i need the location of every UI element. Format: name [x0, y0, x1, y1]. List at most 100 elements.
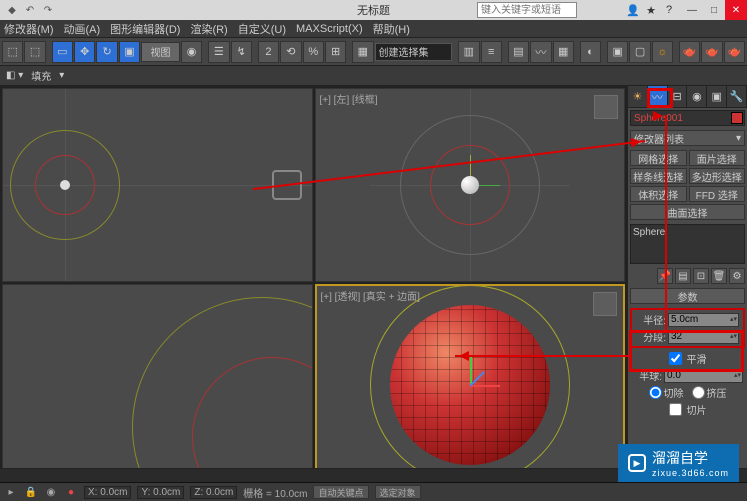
smooth-checkbox[interactable]: [669, 352, 682, 365]
favorite-icon[interactable]: ★: [643, 2, 659, 18]
show-end-result-icon[interactable]: ▤: [675, 268, 691, 284]
viewport-persp-label: [+] [透视] [真实 + 边面]: [321, 288, 420, 303]
fill-dropdown[interactable]: ▾: [59, 70, 64, 81]
remove-modifier-icon[interactable]: 🗑: [711, 268, 727, 284]
menu-help[interactable]: 帮助(H): [373, 21, 410, 37]
modify-tab-icon[interactable]: 〰: [648, 86, 668, 107]
menu-animation[interactable]: 动画(A): [64, 21, 101, 37]
hierarchy-tab-icon[interactable]: ⊟: [668, 86, 688, 107]
slice-checkbox[interactable]: [669, 403, 682, 416]
layer-icon[interactable]: ▤: [508, 41, 529, 63]
select-object-icon[interactable]: ▭: [52, 41, 73, 63]
snap-spinner-icon[interactable]: ⊞: [325, 41, 346, 63]
scale-icon[interactable]: ▣: [119, 41, 140, 63]
make-unique-icon[interactable]: ⊡: [693, 268, 709, 284]
segments-spinner[interactable]: 32: [668, 330, 739, 344]
teapot3-icon[interactable]: 🫖: [724, 41, 745, 63]
help-icon[interactable]: ?: [661, 2, 677, 18]
menu-customize[interactable]: 自定义(U): [238, 21, 286, 37]
view-cube-icon[interactable]: [593, 292, 617, 316]
vol-select-button[interactable]: 体积选择: [630, 186, 687, 202]
select-link-icon[interactable]: ⬚: [2, 41, 23, 63]
poly-select-button[interactable]: 多边形选择: [689, 168, 746, 184]
view-cube-icon[interactable]: [594, 95, 618, 119]
center-icon[interactable]: ◉: [181, 41, 202, 63]
coord-z[interactable]: Z: 0.0cm: [190, 486, 237, 499]
isolate-icon[interactable]: ◉: [44, 485, 58, 499]
selected-button[interactable]: 选定对象: [375, 485, 421, 499]
material-editor-icon[interactable]: ◐: [580, 41, 601, 63]
render-setup-icon[interactable]: ▣: [607, 41, 628, 63]
menu-bar: 修改器(M) 动画(A) 图形编辑器(D) 渲染(R) 自定义(U) MAXSc…: [0, 20, 747, 38]
create-tab-icon[interactable]: ☀: [628, 86, 648, 107]
undo-icon[interactable]: ↶: [22, 2, 38, 18]
fill-label: 填充: [31, 68, 51, 83]
render-frame-icon[interactable]: ▢: [629, 41, 650, 63]
select-manipulate-icon[interactable]: ☰: [208, 41, 229, 63]
modifier-list-dropdown[interactable]: 修改器列表▾: [630, 130, 745, 146]
snap-percent-icon[interactable]: %: [303, 41, 324, 63]
chevron-down-icon: ▾: [736, 133, 741, 144]
maximize-button[interactable]: □: [703, 0, 725, 20]
teapot2-icon[interactable]: 🫖: [701, 41, 722, 63]
object-color-swatch[interactable]: [731, 112, 743, 124]
viewport-perspective[interactable]: [+] [透视] [真实 + 边面]: [315, 284, 626, 478]
keyboard-shortcut-icon[interactable]: ↯: [231, 41, 252, 63]
mirror-icon[interactable]: ▥: [458, 41, 479, 63]
redo-icon[interactable]: ↷: [40, 2, 56, 18]
move-icon[interactable]: ✥: [74, 41, 95, 63]
snap-2d-icon[interactable]: 2: [258, 41, 279, 63]
squash-radio[interactable]: 挤压: [692, 385, 727, 400]
window-title: 无标题: [357, 2, 390, 18]
auto-key-button[interactable]: 自动关键点: [313, 485, 368, 499]
signin-icon[interactable]: 👤: [625, 2, 641, 18]
named-sel-icon[interactable]: ▦: [352, 41, 373, 63]
ref-coord-dropdown[interactable]: 视图: [141, 42, 180, 62]
menu-rendering[interactable]: 渲染(R): [190, 21, 227, 37]
menu-maxscript[interactable]: MAXScript(X): [296, 23, 363, 35]
help-search-input[interactable]: [477, 2, 577, 18]
align-icon[interactable]: ≡: [481, 41, 502, 63]
lock-selection-icon[interactable]: 🔒: [24, 485, 38, 499]
coord-x[interactable]: X: 0.0cm: [84, 486, 131, 499]
curve-editor-icon[interactable]: 〰: [530, 41, 551, 63]
display-tab-icon[interactable]: ▣: [707, 86, 727, 107]
schematic-icon[interactable]: ▦: [553, 41, 574, 63]
spline-select-button[interactable]: 样条线选择: [630, 168, 687, 184]
radius-spinner[interactable]: 5.0cm: [668, 313, 739, 327]
radius-segments-group: 半径: 5.0cm 分段: 32: [630, 308, 745, 348]
snap-dropdown[interactable]: ◧ ▾: [6, 70, 23, 81]
key-icon[interactable]: ●: [64, 485, 78, 499]
motion-tab-icon[interactable]: ◉: [687, 86, 707, 107]
chop-radio[interactable]: 切除: [649, 385, 684, 400]
face-select-button[interactable]: 面片选择: [689, 150, 746, 166]
modifier-stack[interactable]: Sphere: [630, 224, 745, 264]
menu-modifiers[interactable]: 修改器(M): [4, 21, 54, 37]
teapot1-icon[interactable]: 🫖: [679, 41, 700, 63]
stack-item-sphere[interactable]: Sphere: [633, 227, 742, 238]
close-button[interactable]: ✕: [725, 0, 747, 20]
coord-y[interactable]: Y: 0.0cm: [137, 486, 184, 499]
menu-graph-editors[interactable]: 图形编辑器(D): [110, 21, 180, 37]
utilities-tab-icon[interactable]: 🔧: [727, 86, 747, 107]
viewport-left[interactable]: [+] [左] [线框]: [315, 88, 626, 282]
ffd-select-button[interactable]: FFD 选择: [689, 186, 746, 202]
selection-set-dropdown[interactable]: 创建选择集: [375, 43, 453, 61]
maxscript-icon[interactable]: ▸: [4, 485, 18, 499]
pin-stack-icon[interactable]: 📌: [657, 268, 673, 284]
unlink-icon[interactable]: ⬚: [24, 41, 45, 63]
mesh-select-button[interactable]: 网格选择: [630, 150, 687, 166]
viewport-top[interactable]: [2, 88, 313, 282]
snap-angle-icon[interactable]: ⟲: [280, 41, 301, 63]
configure-sets-icon[interactable]: ⚙: [729, 268, 745, 284]
sphere-object[interactable]: [390, 305, 550, 465]
surf-select-button[interactable]: 曲面选择: [630, 204, 745, 220]
stack-tool-icons: 📌 ▤ ⊡ 🗑 ⚙: [628, 266, 747, 286]
hemisphere-spinner[interactable]: 0.0: [664, 369, 743, 383]
minimize-button[interactable]: —: [681, 0, 703, 20]
render-icon[interactable]: ☼: [652, 41, 673, 63]
object-name-input[interactable]: [630, 110, 745, 126]
rotate-icon[interactable]: ↻: [96, 41, 117, 63]
parameters-rollout[interactable]: 参数: [630, 288, 745, 304]
viewport-front[interactable]: [2, 284, 313, 478]
